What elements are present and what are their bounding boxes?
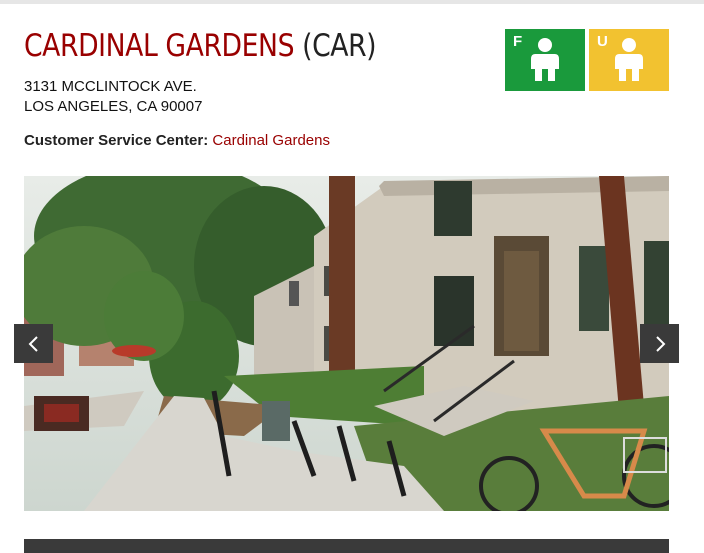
bottom-bar	[24, 539, 669, 553]
property-name: CARDINAL GARDENS	[24, 28, 295, 64]
page-title: CARDINAL GARDENS (CAR)	[24, 26, 377, 66]
badge-u: U	[589, 29, 669, 91]
csc-label: Customer Service Center:	[24, 132, 209, 149]
badge-u-letter: U	[597, 33, 608, 50]
carousel-prev-button[interactable]	[14, 324, 53, 363]
badge-f: F	[505, 29, 585, 91]
photo-carousel	[24, 176, 669, 511]
top-rule	[0, 0, 704, 4]
carousel-next-button[interactable]	[640, 324, 679, 363]
csc-link[interactable]: Cardinal Gardens	[212, 132, 330, 149]
property-code: (CAR)	[302, 28, 377, 64]
chevron-right-icon	[655, 335, 665, 352]
property-photo	[24, 176, 669, 511]
address-city: LOS ANGELES, CA 90007	[24, 98, 203, 115]
badge-f-letter: F	[513, 33, 523, 50]
address-street: 3131 MCCLINTOCK AVE.	[24, 78, 197, 95]
chevron-left-icon	[28, 335, 38, 352]
property-address: 3131 MCCLINTOCK AVE. LOS ANGELES, CA 900…	[24, 77, 202, 117]
customer-service-center: Customer Service Center: Cardinal Garden…	[24, 132, 330, 149]
